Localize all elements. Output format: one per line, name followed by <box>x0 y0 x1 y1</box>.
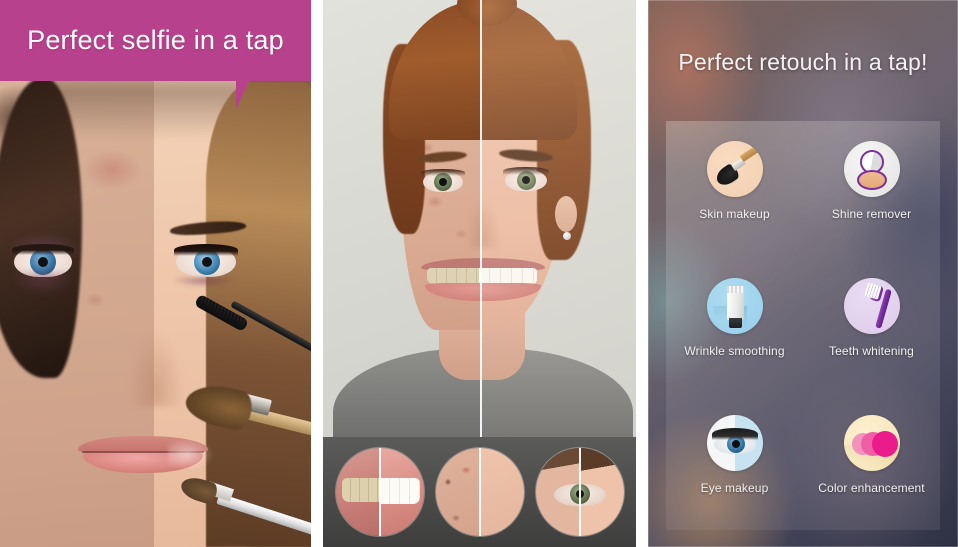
thumbnail-strip <box>323 437 636 547</box>
feature-label: Teeth whitening <box>829 344 914 358</box>
teeth-before <box>342 478 380 502</box>
toothbrush-bristles <box>863 282 882 300</box>
thumbnail-after-half <box>480 448 524 536</box>
brush-handle <box>739 145 760 162</box>
teeth-before <box>427 268 479 284</box>
panel3-title: Perfect retouch in a tap! <box>678 48 928 75</box>
feature-item-skin-makeup[interactable]: Skin makeup <box>666 121 803 258</box>
thumbnail-divider <box>479 448 481 536</box>
thumbnail-before-half <box>436 448 480 536</box>
skin-smoothing-thumbnail[interactable] <box>436 448 524 536</box>
upper-eyelid <box>711 428 758 440</box>
toothbrush-icon <box>843 278 900 334</box>
color-circles-icon <box>843 415 900 471</box>
selfie-before-after-photo <box>0 0 311 547</box>
under-eye-circle <box>10 272 76 296</box>
powder-pan <box>856 170 887 190</box>
feature-label: Wrinkle smoothing <box>684 344 785 358</box>
eyelash <box>421 169 465 176</box>
feature-item-wrinkle-smoothing[interactable]: Wrinkle smoothing <box>666 258 803 395</box>
nose <box>128 330 184 406</box>
eyelash <box>174 244 238 256</box>
thumbnail-divider <box>379 448 381 536</box>
thumbnail-divider <box>579 448 581 536</box>
earring <box>563 232 571 240</box>
before-after-divider <box>480 0 482 437</box>
lip-gloss-highlight <box>168 438 214 468</box>
banner-headline: Perfect selfie in a tap <box>27 25 284 55</box>
eyelash <box>12 244 74 255</box>
pupil <box>731 440 740 448</box>
powder-compact-icon <box>843 141 900 197</box>
lower-lip <box>425 283 541 301</box>
feature-label: Shine remover <box>831 207 912 221</box>
feature-label: Color enhancement <box>818 481 925 495</box>
speech-bubble-banner: Perfect selfie in a tap <box>0 0 311 81</box>
feature-grid: Skin makeup Shine remover Wrinkle smooth… <box>666 121 940 530</box>
tube-cap <box>728 318 742 328</box>
panel-feature-menu: Perfect retouch in a tap! Skin makeup Sh… <box>648 0 958 547</box>
feature-item-eye-makeup[interactable]: Eye makeup <box>666 395 803 532</box>
teeth-whitening-thumbnail[interactable] <box>336 448 424 536</box>
smiling-mouth <box>421 258 545 302</box>
panel-before-after-portrait <box>323 0 636 547</box>
cream-tube-icon <box>706 278 763 334</box>
eye-left <box>421 169 465 192</box>
pupil <box>522 176 530 184</box>
eyeliner-right <box>172 278 236 287</box>
eyelash <box>503 167 549 175</box>
feature-item-teeth-whitening[interactable]: Teeth whitening <box>803 258 940 395</box>
teeth-after <box>380 478 420 504</box>
eye-right <box>174 244 238 277</box>
eye-retouch-thumbnail[interactable] <box>536 448 624 536</box>
portrait-before-after-photo <box>323 0 636 437</box>
feature-item-shine-remover[interactable]: Shine remover <box>803 121 940 258</box>
color-swatch-dark <box>871 431 898 457</box>
speech-bubble-tail <box>236 81 262 109</box>
eye-right <box>503 167 549 191</box>
makeup-brush-icon <box>706 141 763 197</box>
tube-crimp <box>726 286 744 293</box>
ear <box>555 196 577 232</box>
pupil <box>202 257 212 267</box>
nose <box>465 196 501 248</box>
eye-icon <box>706 415 763 471</box>
feature-label: Skin makeup <box>699 207 770 221</box>
panel-perfect-selfie: Perfect selfie in a tap <box>0 0 311 547</box>
pupil <box>38 257 48 267</box>
feature-label: Eye makeup <box>700 481 769 495</box>
feature-item-color-enhancement[interactable]: Color enhancement <box>803 395 940 532</box>
pupil <box>439 178 447 186</box>
hair-left <box>0 78 82 378</box>
screenshot-root: Perfect selfie in a tap Perfect retouch … <box>0 0 958 547</box>
